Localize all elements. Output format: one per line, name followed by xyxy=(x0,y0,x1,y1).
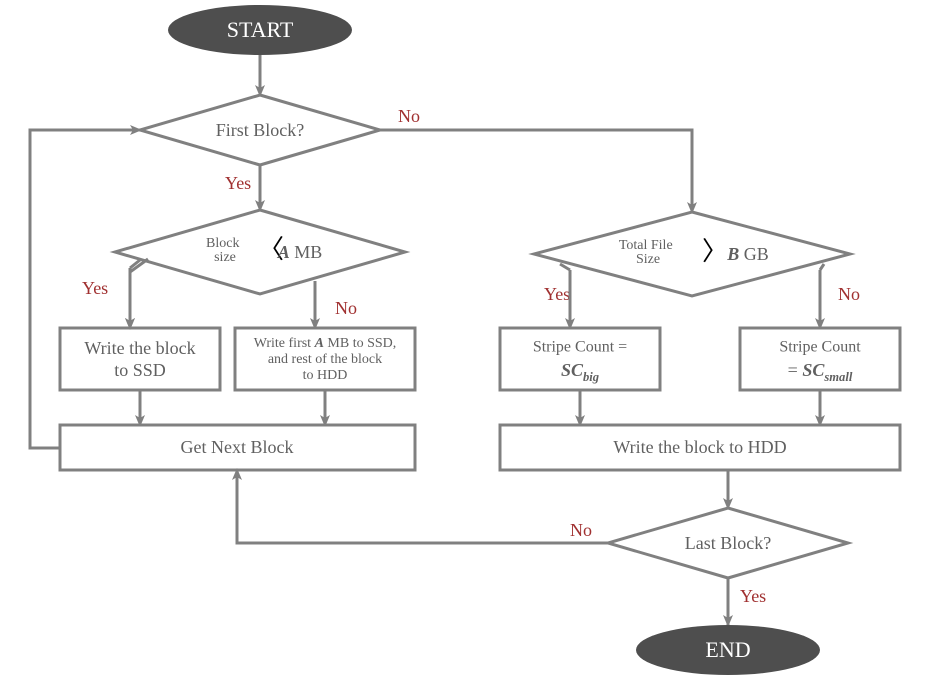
decision-last-block-label: Last Block? xyxy=(685,533,771,553)
process-write-split: Write first A MB to SSD, and rest of the… xyxy=(235,328,415,390)
gt-symbol: 〉 xyxy=(702,236,728,266)
process-write-split-l1: Write first A MB to SSD, xyxy=(254,336,397,351)
edge-label-firstblock-no: No xyxy=(398,106,420,126)
edge-label-blocksize-no: No xyxy=(335,298,357,318)
process-write-ssd-l1: Write the block xyxy=(84,338,195,358)
decision-first-block-label: First Block? xyxy=(216,120,305,140)
edge-firstblock-totalsize xyxy=(380,130,692,212)
stub-totalsize-right xyxy=(820,264,824,270)
process-write-hdd-label: Write the block to HDD xyxy=(613,437,786,457)
edge-label-blocksize-yes: Yes xyxy=(82,278,108,298)
edge-label-totalsize-no: No xyxy=(838,284,860,304)
flowchart-canvas: START First Block? No Yes Block size 〈 A… xyxy=(0,0,930,692)
process-stripe-count-big: Stripe Count = SCbig xyxy=(500,328,660,390)
decision-last-block: Last Block? xyxy=(608,508,848,578)
end-label: END xyxy=(705,637,750,662)
edge-blocksize-writessd2 xyxy=(130,259,148,328)
decision-first-block: First Block? xyxy=(140,95,380,165)
decision-total-file-rhs: B GB xyxy=(726,244,769,264)
process-get-next-label: Get Next Block xyxy=(181,437,294,457)
process-stripe-count-small: Stripe Count = SCsmall xyxy=(740,328,900,390)
process-scbig-l1: Stripe Count = xyxy=(533,339,627,356)
process-get-next-block: Get Next Block xyxy=(60,425,415,470)
edge-lastblock-getnext xyxy=(237,470,608,543)
start-label: START xyxy=(227,17,294,42)
decision-total-file-size: Total File Size 〉 B GB xyxy=(534,212,850,296)
edge-label-lastblock-yes: Yes xyxy=(740,586,766,606)
process-write-split-l2: and rest of the block xyxy=(268,352,382,367)
process-write-hdd: Write the block to HDD xyxy=(500,425,900,470)
edge-label-firstblock-yes: Yes xyxy=(225,173,251,193)
edge-label-totalsize-yes: Yes xyxy=(544,284,570,304)
process-write-ssd: Write the block to SSD xyxy=(60,328,220,390)
decision-block-size: Block size 〈 A MB xyxy=(115,210,405,294)
stub-totalsize-left xyxy=(560,264,570,270)
process-write-ssd-l2: to SSD xyxy=(114,360,166,380)
process-scsmall-l1: Stripe Count xyxy=(779,339,861,356)
decision-block-size-rhs: A MB xyxy=(277,242,323,262)
edge-label-lastblock-no: No xyxy=(570,520,592,540)
process-write-split-l3: to HDD xyxy=(303,368,348,383)
